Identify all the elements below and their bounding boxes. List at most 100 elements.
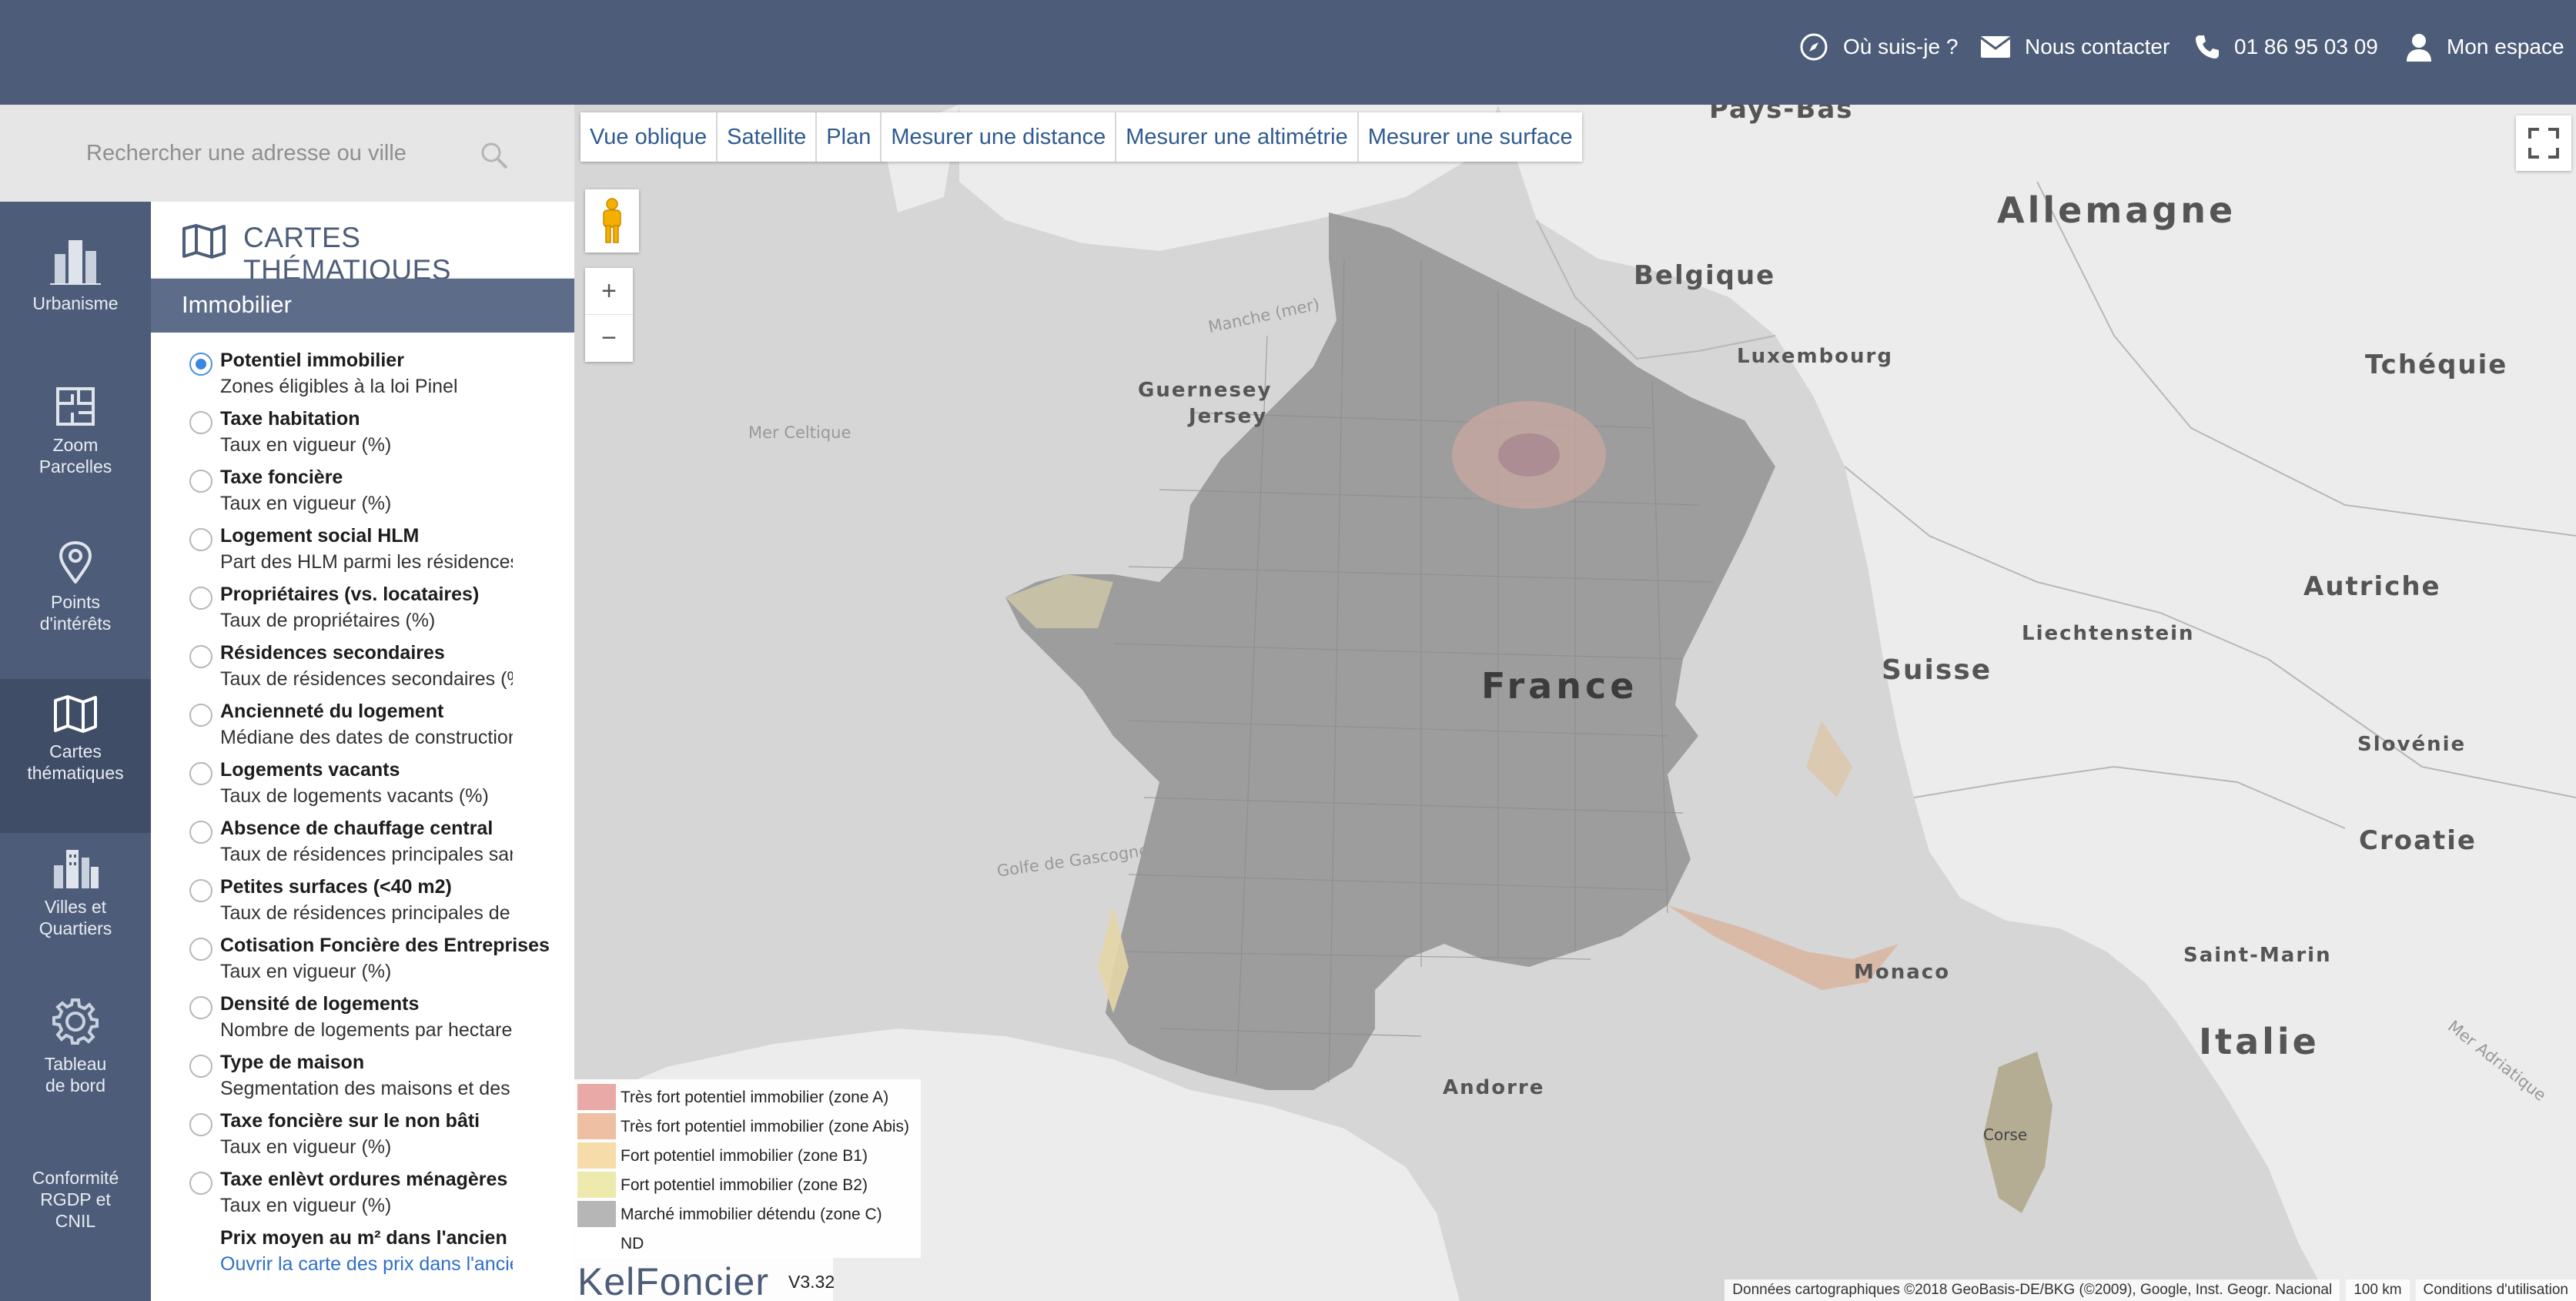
tool-measure-altimetry[interactable]: Mesurer une altimétrie — [1116, 112, 1359, 162]
map-label: Saint-Marin — [2183, 944, 2332, 967]
layer-title: Logements vacants — [220, 759, 400, 781]
nav-villes-quartiers[interactable]: Villes et Quartiers — [0, 844, 151, 975]
locate-link[interactable]: Où suis-je ? — [1798, 29, 1958, 65]
layer-item[interactable]: Petites surfaces (<40 m2) Taux de résiden… — [151, 876, 574, 935]
layer-item[interactable]: Propriétaires (vs. locataires) Taux de pr… — [151, 584, 574, 642]
map-label: Allemagne — [1997, 189, 2236, 231]
radio-button[interactable] — [189, 528, 212, 551]
street-view-pegman[interactable] — [585, 189, 639, 253]
city-icon — [54, 850, 99, 888]
radio-button[interactable] — [189, 704, 212, 727]
layer-item[interactable]: Type de maison Segmentation des maisons e… — [151, 1052, 574, 1110]
tool-measure-distance[interactable]: Mesurer une distance — [882, 112, 1117, 162]
legend-row: ND — [574, 1229, 921, 1258]
radio-button[interactable] — [189, 821, 212, 844]
radio-button[interactable] — [189, 1172, 212, 1195]
layer-item[interactable]: Taxe enlèvt ordures ménagères Taux en vig… — [151, 1169, 574, 1227]
panel-header: CARTES THÉMATIQUES — [151, 202, 574, 286]
map-label-france: France — [1481, 665, 1638, 707]
version-label: V3.32 — [788, 1272, 835, 1292]
nav-tableau-de-bord[interactable]: Tableau de bord — [0, 998, 151, 1129]
map-label: Slovénie — [2357, 733, 2467, 756]
map-label: Belgique — [1634, 260, 1776, 291]
search-input[interactable] — [86, 132, 456, 174]
sea-label: Mer Celtique — [748, 423, 851, 442]
layer-subtitle: Taux de résidences principales sans — [220, 844, 513, 865]
radio-button[interactable] — [189, 1055, 212, 1078]
radio-button[interactable] — [189, 938, 212, 961]
tool-satellite[interactable]: Satellite — [718, 112, 818, 162]
legend-swatch — [577, 1084, 616, 1110]
nav-conformite-rgpd[interactable]: Conformité RGDP et CNIL — [0, 1167, 151, 1244]
layer-item[interactable]: Logements vacants Taux de logements vacan… — [151, 759, 574, 818]
radio-button[interactable] — [189, 470, 212, 493]
layer-title: Taxe enlèvt ordures ménagères — [220, 1169, 508, 1190]
layer-subtitle: Taux de logements vacants (%) — [220, 785, 489, 807]
layer-item[interactable]: Ancienneté du logement Médiane des dates … — [151, 701, 574, 759]
legend-swatch — [577, 1142, 616, 1169]
layer-item[interactable]: Taxe habitation Taux en vigueur (%) — [151, 408, 574, 467]
account-label: Mon espace — [2447, 35, 2564, 59]
layer-title: Absence de chauffage central — [220, 818, 493, 839]
zoom-in-button[interactable]: + — [585, 269, 633, 315]
section-header[interactable]: Immobilier — [151, 279, 574, 333]
tool-vue-oblique[interactable]: Vue oblique — [580, 112, 718, 162]
layer-item[interactable]: Potentiel immobilier Zones éligibles à la… — [151, 349, 574, 408]
map-label: Tchéquie — [2365, 349, 2508, 380]
radio-button[interactable] — [189, 411, 212, 434]
price-map-link[interactable]: Ouvrir la carte des prix dans l'ancie — [220, 1253, 513, 1276]
layer-item[interactable]: Cotisation Foncière des Entreprises Taux … — [151, 935, 574, 993]
radio-button[interactable] — [189, 1113, 212, 1136]
layer-item[interactable]: Absence de chauffage central Taux de rési… — [151, 818, 574, 876]
contact-link[interactable]: Nous contacter — [1980, 29, 2170, 65]
layer-title: Cotisation Foncière des Entreprises — [220, 935, 550, 956]
layer-item[interactable]: Densité de logements Nombre de logements … — [151, 993, 574, 1052]
layer-subtitle: Taux en vigueur (%) — [220, 961, 392, 982]
radio-button[interactable] — [189, 762, 212, 785]
radio-button[interactable] — [189, 879, 212, 902]
legend-label: Très fort potentiel immobilier (zone A) — [621, 1089, 889, 1106]
thematic-panel: CARTES THÉMATIQUES Immobilier Potentiel … — [151, 202, 574, 1301]
tool-measure-surface[interactable]: Mesurer une surface — [1359, 112, 1582, 162]
layer-subtitle: Médiane des dates de construction — [220, 727, 513, 748]
gear-icon — [52, 998, 99, 1045]
account-link[interactable]: Mon espace — [2405, 29, 2564, 65]
radio-button[interactable] — [189, 353, 212, 376]
fullscreen-icon — [2528, 128, 2559, 159]
layer-item[interactable]: Taxe foncière sur le non bâti Taux en vig… — [151, 1110, 574, 1169]
fullscreen-button[interactable] — [2516, 115, 2571, 171]
layer-subtitle: Segmentation des maisons et des i — [220, 1078, 513, 1099]
radio-button[interactable] — [189, 645, 212, 668]
nav-cartes-thematiques[interactable]: Cartes thématiques — [0, 679, 151, 833]
terms-link[interactable]: Conditions d'utilisation — [2415, 1279, 2576, 1301]
zoom-out-button[interactable]: − — [585, 315, 633, 361]
layer-title: Petites surfaces (<40 m2) — [220, 876, 452, 898]
nav-urbanisme[interactable]: Urbanisme — [0, 237, 151, 360]
layer-title: Prix moyen au m² dans l'ancien — [220, 1227, 507, 1249]
layer-title: Potentiel immobilier — [220, 349, 404, 371]
user-icon — [2407, 34, 2431, 62]
map-label: Liechtenstein — [2022, 622, 2195, 645]
layer-item[interactable]: Résidences secondaires Taux de résidences… — [151, 642, 574, 701]
legend-swatch — [577, 1172, 616, 1198]
layer-subtitle: Taux en vigueur (%) — [220, 434, 392, 456]
phone-link[interactable]: 01 86 95 03 09 — [2194, 29, 2378, 65]
search-icon[interactable] — [479, 140, 510, 171]
nav-label: Cartes thématiques — [27, 741, 124, 783]
layer-subtitle: Nombre de logements par hectare — [220, 1019, 513, 1041]
layer-subtitle: Taux de propriétaires (%) — [220, 610, 436, 631]
pegman-icon — [603, 198, 621, 243]
nav-zoom-parcelles[interactable]: Zoom Parcelles — [0, 386, 151, 510]
tool-plan[interactable]: Plan — [817, 112, 882, 162]
layer-subtitle: Taux de résidences secondaires (%) — [220, 668, 513, 690]
legend-swatch — [577, 1113, 616, 1139]
nav-points-interets[interactable]: Points d'intérêts — [0, 540, 151, 664]
map-label: Guernesey — [1138, 379, 1273, 402]
radio-button[interactable] — [189, 587, 212, 610]
map-canvas[interactable]: Pays-Bas Allemagne Belgique Luxembourg T… — [574, 105, 2576, 1301]
layer-item[interactable]: Logement social HLM Part des HLM parmi le… — [151, 525, 574, 584]
radio-button[interactable] — [189, 996, 212, 1019]
map-legend: Très fort potentiel immobilier (zone A) … — [574, 1079, 921, 1258]
layer-item[interactable]: Taxe foncière Taux en vigueur (%) — [151, 467, 574, 525]
legend-swatch — [577, 1230, 616, 1256]
